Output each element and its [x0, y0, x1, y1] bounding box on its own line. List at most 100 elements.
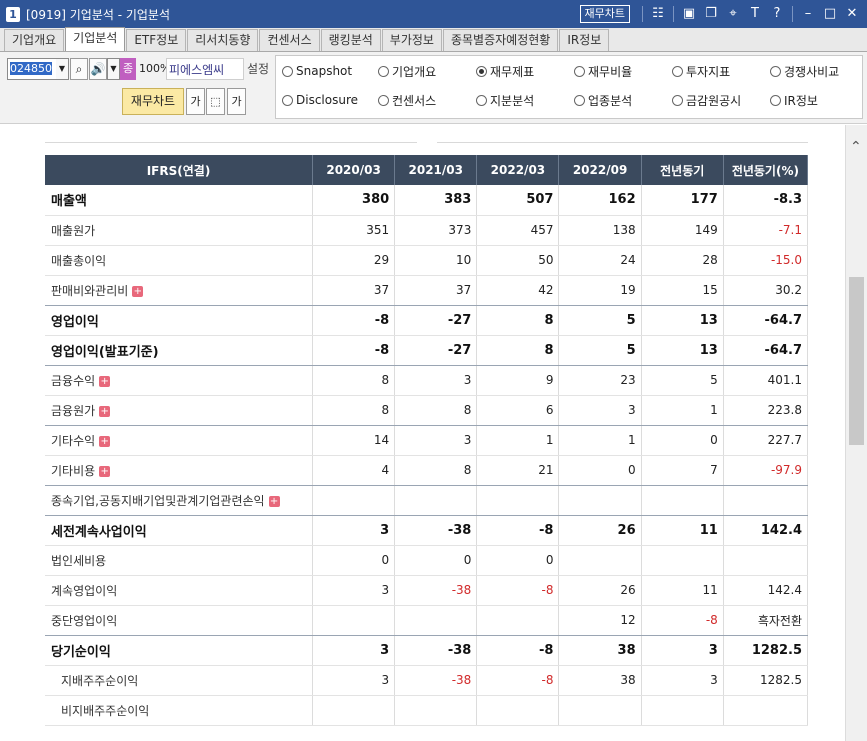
table-row: 종속기업,공동지배기업및관계기업관련손익 +: [45, 485, 809, 516]
close-icon[interactable]: ✕: [843, 5, 861, 23]
restore-icon[interactable]: ▣: [680, 5, 698, 23]
radio-option[interactable]: Snapshot: [282, 62, 352, 80]
row-label-text: 법인세비용: [51, 553, 107, 568]
row-label: 비지배주주순이익: [45, 695, 314, 726]
tab-7[interactable]: 종목별증자예정현황: [442, 29, 559, 51]
tab-0[interactable]: 기업개요: [4, 29, 65, 51]
expand-icon[interactable]: +: [99, 405, 111, 417]
table-cell: 5: [558, 335, 642, 366]
tab-8[interactable]: IR정보: [559, 29, 610, 51]
font-size-down-button[interactable]: 가: [186, 88, 205, 115]
row-label-text: 금융원가: [51, 403, 96, 418]
expand-icon[interactable]: +: [268, 495, 280, 507]
row-label-text: 기타수익: [51, 433, 96, 448]
sound-button[interactable]: 🔊: [89, 58, 107, 80]
radio-option[interactable]: 경쟁사비교: [770, 62, 839, 80]
search-button[interactable]: ⌕: [70, 58, 88, 80]
table-cell: [476, 695, 560, 726]
table-cell: -8: [312, 335, 396, 366]
row-label: 매출원가: [45, 215, 314, 246]
table-row: 금융원가 +8 8 6 3 1 223.8: [45, 395, 809, 426]
table-cell: 223.8: [723, 395, 809, 426]
radio-option[interactable]: 투자지표: [672, 62, 730, 80]
radio-option[interactable]: 금감원공시: [672, 91, 741, 109]
pin-icon[interactable]: ⌖: [724, 5, 742, 23]
table-cell: [641, 545, 724, 576]
header-prev-period-pct[interactable]: 전년동기(%): [723, 155, 809, 185]
radio-button[interactable]: [574, 94, 585, 106]
radio-label: Snapshot: [296, 64, 353, 78]
radio-button[interactable]: [770, 65, 781, 77]
table-cell: 8: [476, 305, 560, 336]
tab-6[interactable]: 부가정보: [381, 29, 442, 51]
radio-option[interactable]: Disclosure: [282, 91, 358, 109]
help-icon[interactable]: ?: [768, 5, 786, 23]
radio-button[interactable]: [282, 94, 293, 106]
radio-label: 업종분석: [588, 93, 633, 108]
table-cell: -15.0: [723, 245, 809, 276]
settings-button[interactable]: 설정: [247, 58, 269, 80]
tab-3[interactable]: 리서치동향: [187, 29, 259, 51]
radio-option[interactable]: 재무제표: [476, 62, 534, 80]
radio-button[interactable]: [476, 94, 487, 106]
radio-button[interactable]: [672, 94, 683, 106]
minimize-icon[interactable]: –: [799, 5, 817, 23]
tab-2[interactable]: ETF정보: [126, 29, 187, 51]
table-cell: 38: [558, 665, 642, 696]
capture-icon[interactable]: ⬚: [206, 88, 225, 115]
radio-option[interactable]: 지분분석: [476, 91, 534, 109]
table-cell: 3: [641, 635, 724, 666]
table-cell: 3: [641, 665, 724, 696]
radio-button[interactable]: [378, 65, 389, 77]
chart-icon[interactable]: ☷: [649, 5, 667, 23]
radio-button[interactable]: [282, 65, 293, 77]
radio-button[interactable]: [770, 94, 781, 106]
tile-icon[interactable]: ❐: [702, 5, 720, 23]
scroll-thumb[interactable]: [849, 277, 864, 445]
radio-option[interactable]: 컨센서스: [378, 91, 436, 109]
row-label: 판매비와관리비 +: [45, 275, 314, 306]
expand-icon[interactable]: +: [99, 375, 111, 387]
table-cell: -97.9: [723, 455, 809, 486]
radio-option[interactable]: IR정보: [770, 91, 818, 109]
row-label: 지배주주순이익: [45, 665, 314, 696]
header-ifrs[interactable]: IFRS(연결): [45, 155, 314, 185]
radio-button[interactable]: [378, 94, 389, 106]
radio-button[interactable]: [574, 65, 585, 77]
radio-option[interactable]: 업종분석: [574, 91, 632, 109]
scroll-up-icon[interactable]: ⌃: [850, 139, 862, 155]
table-cell: 23: [558, 365, 642, 396]
expand-icon[interactable]: +: [132, 285, 144, 297]
expand-icon[interactable]: +: [99, 465, 111, 477]
header-period[interactable]: 2021/03: [394, 155, 478, 185]
row-label: 중단영업이익: [45, 605, 314, 636]
font-icon[interactable]: T: [746, 5, 764, 23]
header-period[interactable]: 2022/03: [476, 155, 560, 185]
window-number-badge: 1: [6, 6, 20, 22]
radio-button[interactable]: [672, 65, 683, 77]
tab-4[interactable]: 컨센서스: [259, 29, 320, 51]
code-dropdown-button[interactable]: ▼: [56, 58, 69, 80]
radio-option[interactable]: 기업개요: [378, 62, 436, 80]
tab-1[interactable]: 기업분석: [65, 27, 126, 51]
tab-5[interactable]: 랭킹분석: [320, 29, 381, 51]
financial-chart-toggle[interactable]: 재무차트: [122, 88, 184, 115]
table-cell: 142.4: [723, 575, 809, 606]
font-size-up-button[interactable]: 가: [227, 88, 246, 115]
maximize-icon[interactable]: □: [821, 5, 839, 23]
stock-code-input[interactable]: 024850: [7, 58, 57, 80]
expand-icon[interactable]: +: [99, 435, 111, 447]
financial-chart-button[interactable]: 재무차트: [579, 5, 630, 23]
sound-dropdown-button[interactable]: ▼: [107, 58, 120, 80]
title-divider: [792, 6, 793, 22]
radio-option[interactable]: 재무비율: [574, 62, 632, 80]
table-cell: 19: [558, 275, 642, 306]
header-prev-period[interactable]: 전년동기: [641, 155, 724, 185]
vertical-scrollbar[interactable]: ⌃: [845, 125, 867, 741]
table-cell: [312, 485, 396, 516]
header-period[interactable]: 2020/03: [312, 155, 396, 185]
divider: [45, 142, 417, 143]
row-label: 영업이익: [45, 305, 314, 336]
radio-button[interactable]: [476, 65, 487, 77]
header-period[interactable]: 2022/09: [558, 155, 642, 185]
